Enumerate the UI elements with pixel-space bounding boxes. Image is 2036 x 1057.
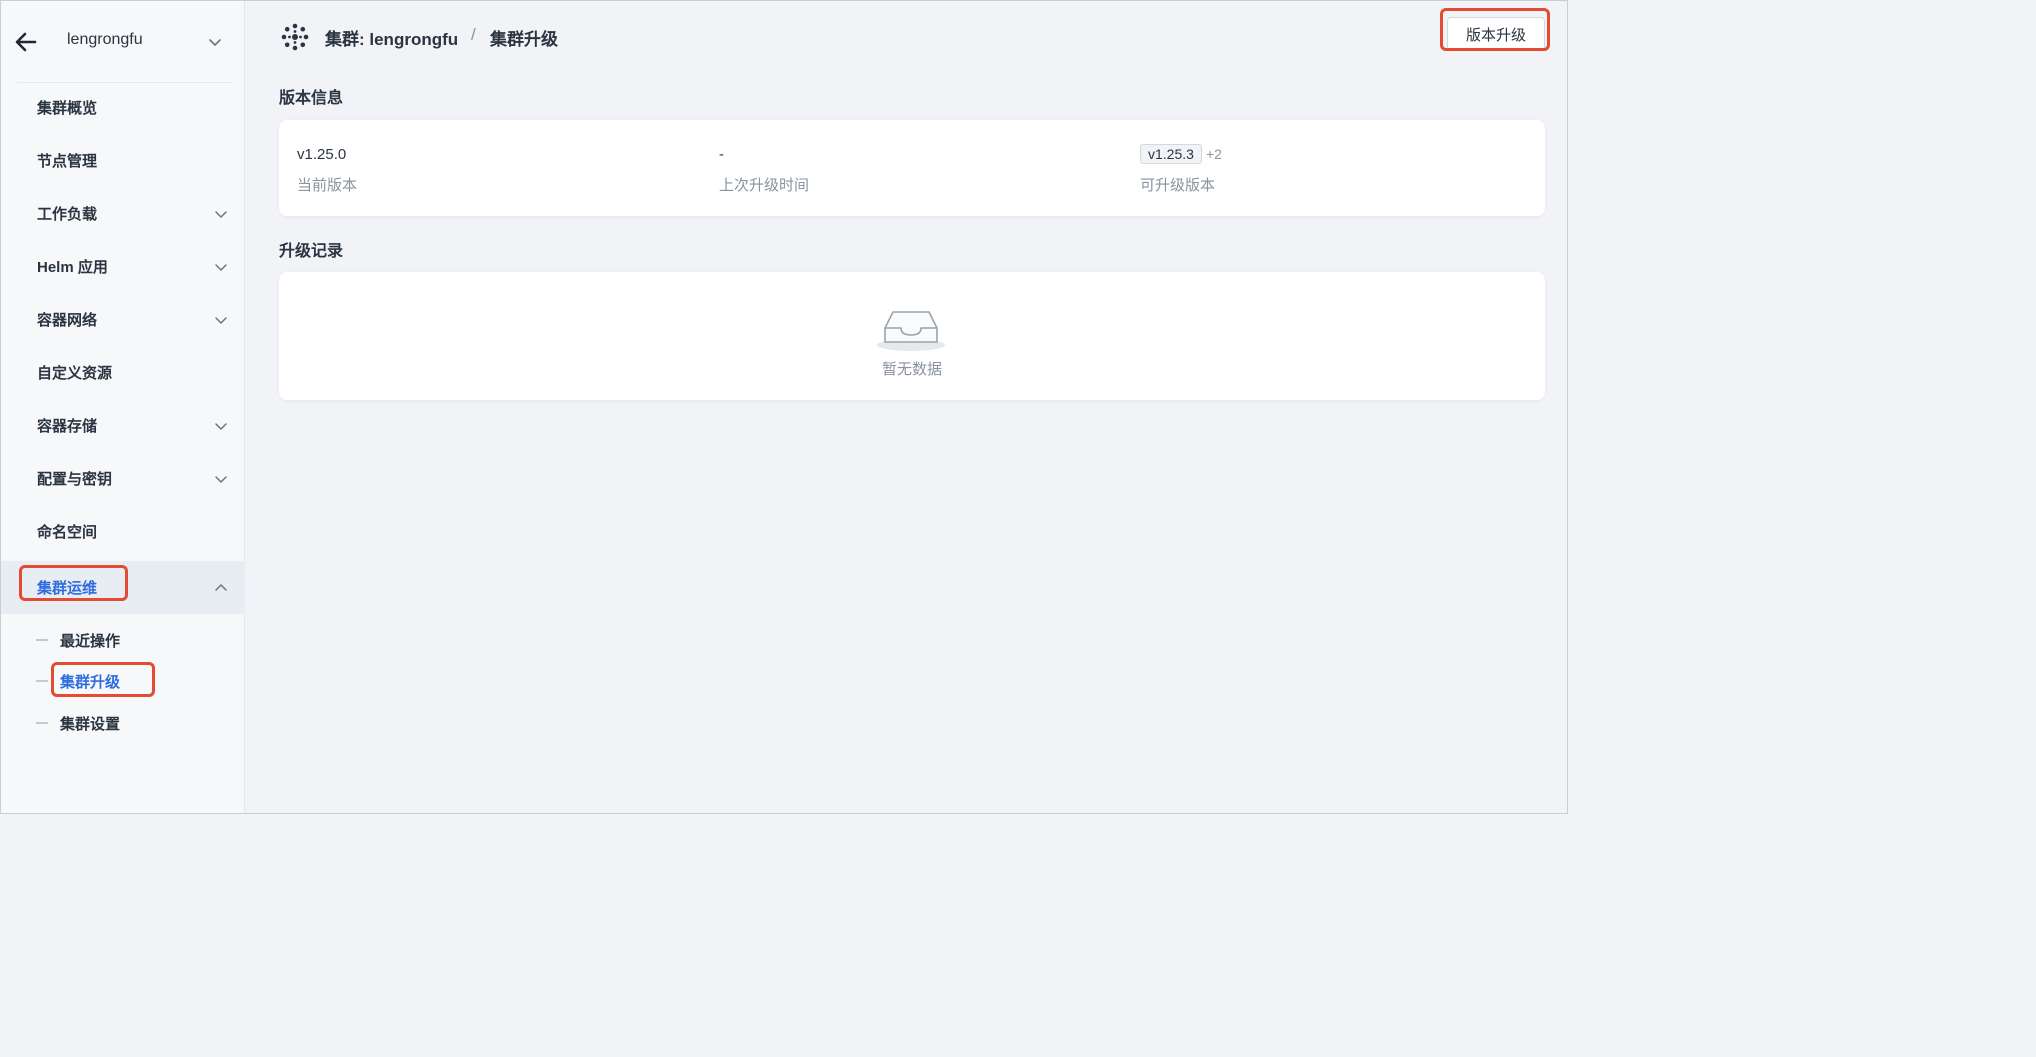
version-info-title: 版本信息 [279,90,344,107]
app-window: lengrongfu 集群概览 节点管理 工作负载 Helm 应用 容器网络 自… [0,0,1568,814]
sidebar-item-label: 配置与密钥 [37,471,113,488]
current-version-label: 当前版本 [297,177,358,194]
sidebar-item-label: 容器存储 [37,418,98,435]
more-versions-count[interactable]: +2 [1206,146,1222,162]
sidebar-subitem-label: 最近操作 [60,632,121,650]
sidebar-subitem-cluster-upgrade[interactable]: 集群升级 [1,661,245,701]
cluster-logo-icon [281,23,309,51]
cluster-name: lengrongfu [67,31,143,48]
chevron-down-icon [215,211,227,219]
sidebar: lengrongfu 集群概览 节点管理 工作负载 Helm 应用 容器网络 自… [1,1,245,813]
sidebar-item-container-network[interactable]: 容器网络 [1,293,245,346]
upgrade-records-title: 升级记录 [279,243,344,260]
current-version-value: v1.25.0 [297,146,347,163]
sidebar-item-label: 集群运维 [37,580,98,597]
sidebar-item-namespaces[interactable]: 命名空间 [1,505,245,558]
main-content: 集群: lengrongfu / 集群升级 版本升级 版本信息 v1.25.0 … [245,1,1567,813]
sidebar-item-custom-resources[interactable]: 自定义资源 [1,346,245,399]
breadcrumb-separator: / [471,25,476,44]
dash-marker [36,722,48,724]
page-header: 集群: lengrongfu / 集群升级 版本升级 [245,1,1567,71]
chevron-down-icon[interactable] [207,34,223,50]
sidebar-subitem-label: 集群升级 [60,673,121,691]
last-upgrade-value: - [719,146,724,163]
chevron-down-icon [215,264,227,272]
upgrade-records-card: 暂无数据 [279,272,1545,400]
sidebar-item-cluster-overview[interactable]: 集群概览 [1,81,245,134]
chevron-down-icon [215,423,227,431]
sidebar-item-container-storage[interactable]: 容器存储 [1,399,245,452]
empty-inbox-icon [877,311,945,351]
sidebar-item-config-secrets[interactable]: 配置与密钥 [1,452,245,505]
sidebar-subitem-label: 集群设置 [60,715,121,733]
breadcrumb-current-page: 集群升级 [490,30,558,49]
chevron-down-icon [215,317,227,325]
version-info-card: v1.25.0 当前版本 - 上次升级时间 v1.25.3 +2 可升级版本 [279,120,1545,216]
sidebar-item-label: 工作负载 [37,206,98,223]
sidebar-item-label: 节点管理 [37,153,98,170]
sidebar-item-node-management[interactable]: 节点管理 [1,134,245,187]
sidebar-subitem-recent-operations[interactable]: 最近操作 [1,620,245,660]
dash-marker [36,680,48,682]
sidebar-item-cluster-ops[interactable]: 集群运维 [1,561,245,614]
version-upgrade-button[interactable]: 版本升级 [1447,17,1545,51]
empty-state-text: 暂无数据 [881,361,942,378]
cluster-switcher[interactable]: lengrongfu [1,1,245,83]
available-version-value: v1.25.3 +2 [1140,144,1222,164]
last-upgrade-label: 上次升级时间 [719,177,810,194]
sidebar-item-label: 自定义资源 [37,365,113,382]
dash-marker [36,639,48,641]
sidebar-item-workloads[interactable]: 工作负载 [1,187,245,240]
sidebar-subitem-cluster-settings[interactable]: 集群设置 [1,703,245,743]
sidebar-item-label: Helm 应用 [37,259,108,276]
chevron-up-icon [215,583,227,591]
sidebar-item-helm-apps[interactable]: Helm 应用 [1,240,245,293]
version-tag: v1.25.3 [1140,144,1202,164]
sidebar-item-label: 命名空间 [37,524,98,541]
chevron-down-icon [215,476,227,484]
back-arrow-icon[interactable] [13,29,39,55]
available-version-label: 可升级版本 [1140,177,1216,194]
sidebar-item-label: 容器网络 [37,312,98,329]
breadcrumb-cluster[interactable]: 集群: lengrongfu [325,25,458,50]
sidebar-item-label: 集群概览 [37,100,98,117]
